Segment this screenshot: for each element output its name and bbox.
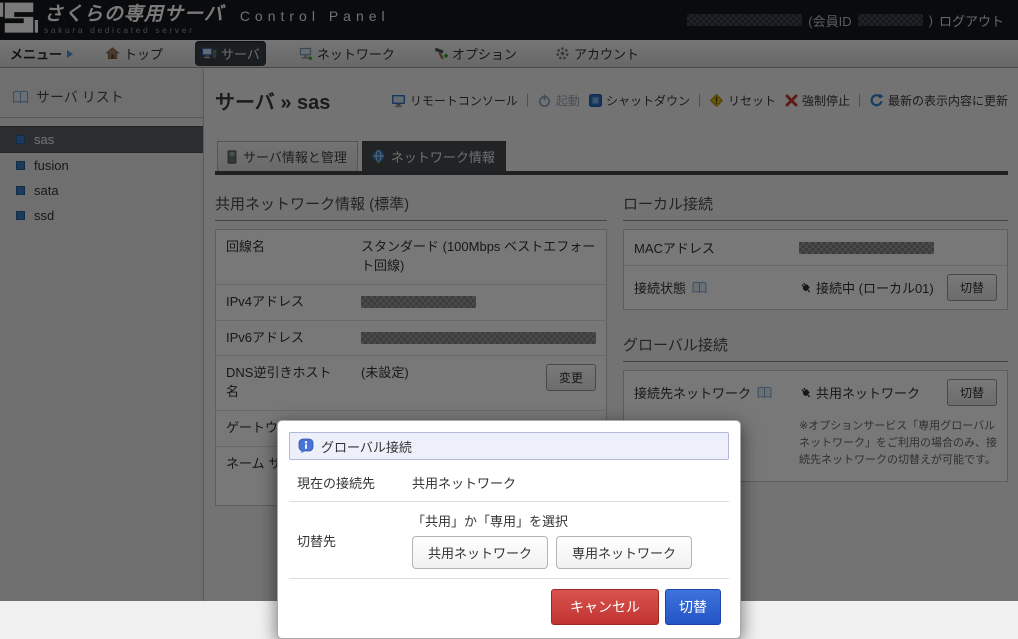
global-connection-dialog: グローバル接続 現在の接続先 共用ネットワーク 切替先 「共用」か「専用」を選択…: [277, 420, 741, 639]
shared-network-option-button[interactable]: 共用ネットワーク: [412, 536, 548, 569]
cancel-button[interactable]: キャンセル: [551, 589, 659, 625]
dialog-header: グローバル接続: [289, 432, 729, 460]
current-connection-value: 共用ネットワーク: [412, 473, 516, 492]
dedicated-network-option-button[interactable]: 専用ネットワーク: [556, 536, 692, 569]
dialog-footer: キャンセル 切替: [289, 579, 729, 627]
current-connection-row: 現在の接続先 共用ネットワーク: [289, 464, 729, 502]
dialog-title: グローバル接続: [321, 437, 412, 456]
switch-target-hint: 「共用」か「専用」を選択: [412, 511, 721, 530]
info-icon: [298, 438, 314, 454]
switch-confirm-button[interactable]: 切替: [665, 589, 721, 625]
switch-target-row: 切替先 「共用」か「専用」を選択 共用ネットワーク 専用ネットワーク: [289, 502, 729, 579]
